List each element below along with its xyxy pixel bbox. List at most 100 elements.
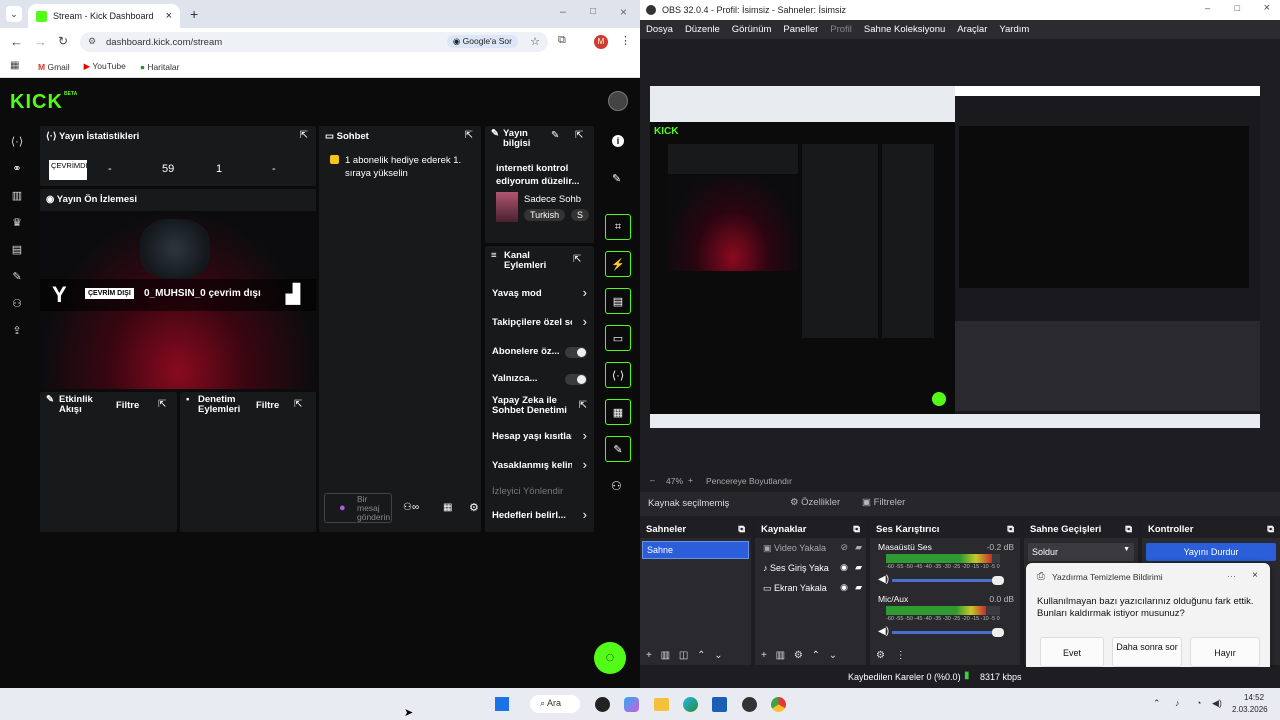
- clock-date[interactable]: 2.03.2026: [1232, 705, 1268, 714]
- menu-tools[interactable]: Araçlar: [957, 24, 987, 35]
- source-item-screen[interactable]: ▭ Ekran Yakala ◉ ▰: [755, 578, 866, 598]
- visibility-eye-icon[interactable]: ◉: [840, 582, 848, 593]
- mic-icon[interactable]: ●: [339, 502, 346, 514]
- action-slow-mode[interactable]: Yavaş mod ›: [492, 285, 587, 302]
- source-item-video[interactable]: ▣ Video Yakala ⊘ ▰: [755, 538, 866, 558]
- moderation-expand-icon[interactable]: ⇱: [294, 399, 302, 410]
- action-goals[interactable]: Hedefleri belirl... ›: [492, 507, 587, 524]
- chat-emote-icon[interactable]: ⚇∞: [403, 502, 419, 513]
- move-up-icon[interactable]: ⌃: [697, 650, 705, 661]
- properties-button[interactable]: ⚙ Özellikler: [790, 497, 840, 508]
- visibility-eye-icon[interactable]: ◉: [840, 562, 848, 573]
- quick-clip-button[interactable]: ⌗: [605, 214, 631, 240]
- edit-stream-info-icon[interactable]: ✎: [551, 130, 559, 141]
- tray-mic-icon[interactable]: ♪: [1175, 698, 1180, 708]
- bookmark-star-icon[interactable]: ☆: [530, 35, 540, 48]
- tab-search-icon[interactable]: ⌄: [6, 6, 22, 22]
- chat-settings-icon[interactable]: ⚙: [469, 501, 479, 514]
- desktop-speaker-icon[interactable]: ◀): [878, 574, 889, 585]
- kick-logo[interactable]: KICK: [10, 91, 63, 114]
- subscribers-only-toggle[interactable]: [565, 347, 587, 358]
- menu-file[interactable]: Dosya: [646, 24, 673, 35]
- desktop-volume-slider[interactable]: [892, 576, 1004, 585]
- obs-maximize-icon[interactable]: □: [1235, 3, 1240, 13]
- nav-analytics-icon[interactable]: ▥: [10, 189, 24, 203]
- menu-edit[interactable]: Düzenle: [685, 24, 720, 35]
- taskbar-explorer-icon[interactable]: [654, 698, 669, 711]
- lock-icon[interactable]: ▰: [855, 542, 862, 553]
- zoom-out-icon[interactable]: –: [650, 475, 655, 485]
- browser-tab[interactable]: Stream - Kick Dashboard ×: [28, 4, 180, 28]
- lock-icon[interactable]: ▰: [855, 582, 862, 593]
- move-down-icon[interactable]: ⌄: [714, 650, 722, 661]
- support-chat-button[interactable]: ◌: [594, 642, 626, 674]
- taskbar-copilot-icon[interactable]: [624, 697, 639, 712]
- menu-profile[interactable]: Profil: [830, 24, 852, 35]
- back-icon[interactable]: ←: [10, 34, 23, 49]
- move-up-icon[interactable]: ⌃: [812, 650, 820, 661]
- action-followers-only[interactable]: Takipçilere özel so ›: [492, 314, 587, 331]
- moderation-filter-button[interactable]: Filtre: [256, 400, 279, 411]
- bookmark-youtube[interactable]: ▶ YouTube: [84, 61, 126, 72]
- mixer-menu-icon[interactable]: ⋮: [896, 650, 906, 661]
- add-source-icon[interactable]: +: [761, 650, 767, 661]
- notification-yes-button[interactable]: Evet: [1040, 637, 1104, 667]
- taskbar-search[interactable]: ⌕ Ara: [530, 695, 580, 713]
- source-properties-icon[interactable]: ⚙: [794, 650, 803, 661]
- mixer-undock-icon[interactable]: ⧉: [1007, 524, 1014, 535]
- nav-video-icon[interactable]: ▤: [10, 243, 24, 257]
- bookmark-maps[interactable]: ● Haritalar: [140, 62, 180, 72]
- move-down-icon[interactable]: ⌄: [829, 650, 837, 661]
- taskbar-chrome-icon[interactable]: [771, 697, 786, 712]
- filters-button[interactable]: ▣ Filtreler: [862, 497, 905, 508]
- controls-undock-icon[interactable]: ⧉: [1267, 524, 1274, 535]
- profile-avatar[interactable]: M: [594, 35, 608, 49]
- quick-raid-button[interactable]: ▦: [605, 399, 631, 425]
- google-ask-button[interactable]: ◉ Google'a Sor: [446, 35, 518, 48]
- site-info-icon[interactable]: ⚙: [88, 36, 96, 47]
- edit-pencil-icon[interactable]: ✎: [612, 172, 621, 185]
- nav-users-icon[interactable]: ⚇: [10, 297, 24, 311]
- slider-handle[interactable]: [992, 628, 1004, 637]
- taskbar-store-icon[interactable]: [712, 697, 727, 712]
- chat-store-icon[interactable]: ▦: [443, 502, 452, 513]
- obs-preview[interactable]: KICK: [650, 86, 1260, 428]
- action-account-age[interactable]: Hesap yaşı kısıtlar ›: [492, 428, 587, 445]
- stop-stream-button[interactable]: Yayını Durdur: [1146, 543, 1276, 561]
- maximize-icon[interactable]: □: [590, 6, 596, 17]
- nav-trophy-icon[interactable]: ♛: [10, 216, 24, 230]
- quick-broadcast-button[interactable]: ⟨·⟩: [605, 362, 631, 388]
- apps-grid-icon[interactable]: ▦: [10, 60, 19, 71]
- quick-notes-button[interactable]: ▤: [605, 288, 631, 314]
- channel-actions-expand-icon[interactable]: ⇱: [573, 254, 581, 265]
- activity-filter-button[interactable]: Filtre: [116, 400, 139, 411]
- slider-handle[interactable]: [992, 576, 1004, 585]
- lock-icon[interactable]: ▰: [855, 562, 862, 573]
- transitions-undock-icon[interactable]: ⧉: [1125, 524, 1132, 535]
- clock-time[interactable]: 14:52: [1244, 693, 1264, 702]
- address-bar[interactable]: ⚙ dashboard.kick.com/stream ◉ Google'a S…: [80, 32, 548, 52]
- sources-undock-icon[interactable]: ⧉: [853, 524, 860, 535]
- tray-volume-icon[interactable]: ◀): [1212, 698, 1222, 709]
- source-item-audio[interactable]: ♪ Ses Giriş Yaka ◉ ▰: [755, 558, 866, 578]
- activity-expand-icon[interactable]: ⇱: [158, 399, 166, 410]
- zoom-in-icon[interactable]: +: [688, 475, 693, 485]
- menu-docks[interactable]: Paneller: [783, 24, 818, 35]
- stream-info-expand-icon[interactable]: ⇱: [575, 130, 583, 141]
- chat-input[interactable]: ● Bir mesaj gönderin: [324, 493, 392, 523]
- add-action-icon[interactable]: ⚇: [611, 479, 622, 493]
- tag-turkish[interactable]: Turkish: [524, 209, 566, 221]
- menu-scene-collection[interactable]: Sahne Koleksiyonu: [864, 24, 945, 35]
- nav-upload-icon[interactable]: ⇪: [10, 324, 24, 338]
- mic-speaker-icon[interactable]: ◀): [878, 626, 889, 637]
- nav-link-icon[interactable]: ⚭: [10, 162, 24, 176]
- info-icon[interactable]: i: [612, 135, 624, 147]
- tray-network-icon[interactable]: ◔: [1196, 698, 1201, 708]
- tray-chevron-icon[interactable]: ⌃: [1153, 698, 1161, 709]
- remove-scene-icon[interactable]: ▥: [661, 650, 670, 661]
- zoom-mode[interactable]: Pencereye Boyutlandır: [706, 476, 792, 486]
- nav-stream-icon[interactable]: ⟨·⟩: [10, 135, 24, 149]
- forward-icon[interactable]: →: [34, 34, 47, 49]
- minimize-icon[interactable]: –: [560, 6, 566, 18]
- remove-source-icon[interactable]: ▥: [776, 650, 785, 661]
